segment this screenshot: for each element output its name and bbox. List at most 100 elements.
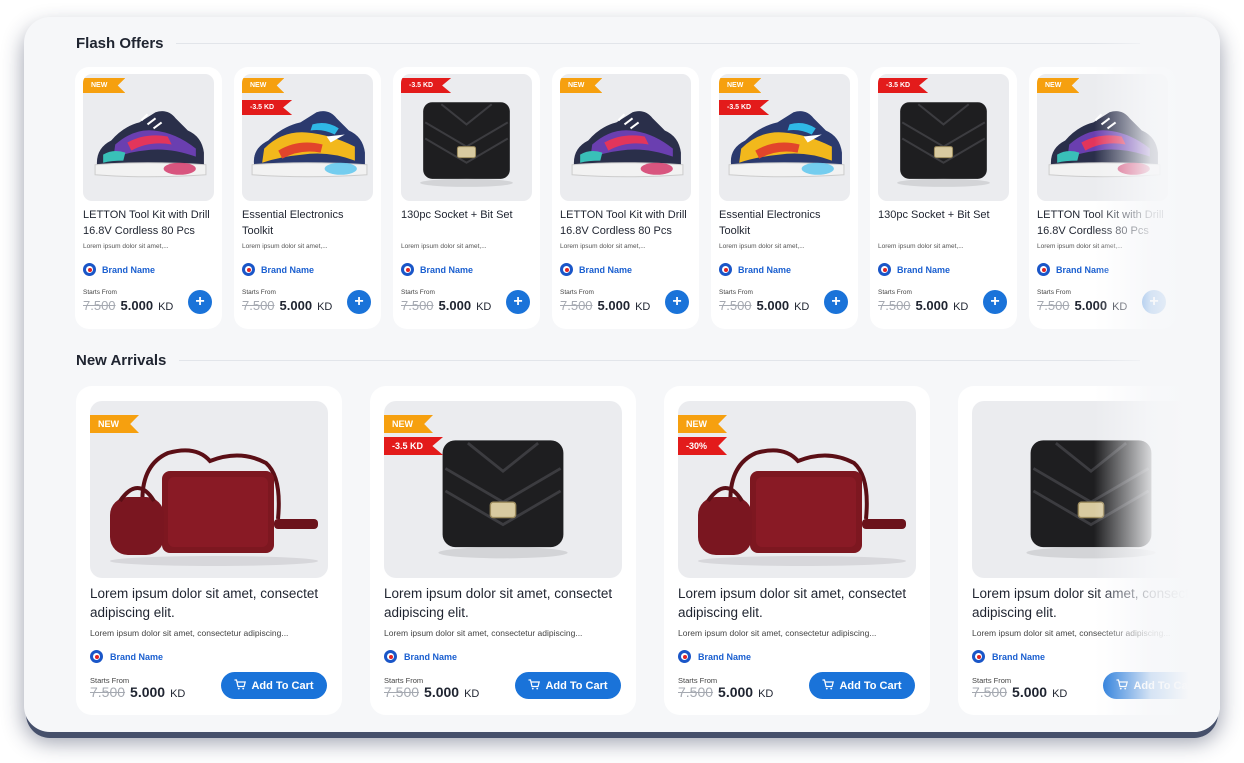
brand-row[interactable]: Brand Name: [560, 263, 632, 276]
price-row: 7.500 5.000 KD: [401, 298, 491, 313]
brand-row[interactable]: Brand Name: [972, 650, 1045, 663]
brand-row[interactable]: Brand Name: [878, 263, 950, 276]
brand-row[interactable]: Brand Name: [242, 263, 314, 276]
brand-row[interactable]: Brand Name: [1037, 263, 1109, 276]
flash-offer-card[interactable]: NEW LETTON Tool Kit with Drill 16.8V Cord…: [75, 67, 222, 329]
current-price: 5.000: [130, 684, 166, 700]
new-arrival-card[interactable]: NEW -30% Lorem ipsum dolor sit amet, conse…: [664, 386, 930, 715]
brand-logo-icon: [560, 263, 573, 276]
brand-name[interactable]: Brand Name: [897, 265, 950, 275]
brand-logo-icon: [972, 650, 985, 663]
brand-row[interactable]: Brand Name: [401, 263, 473, 276]
product-name[interactable]: Lorem ipsum dolor sit amet, consectet ad…: [678, 584, 923, 622]
new-arrival-card[interactable]: NEW -3.5 KD Lorem ipsum dolor sit amet, co…: [370, 386, 636, 715]
old-price: 7.500: [972, 684, 1008, 700]
add-button[interactable]: +: [824, 290, 848, 314]
add-to-cart-button[interactable]: Add To Cart: [221, 672, 327, 699]
add-button[interactable]: +: [506, 290, 530, 314]
brand-name[interactable]: Brand Name: [738, 265, 791, 275]
current-price: 5.000: [718, 684, 754, 700]
flash-offer-card[interactable]: NEW -3.5 KD Essential Electronics Toolkit L…: [234, 67, 381, 329]
brand-logo-icon: [384, 650, 397, 663]
product-description: Lorem ipsum dolor sit amet,...: [719, 243, 805, 250]
brand-logo-icon: [1037, 263, 1050, 276]
new-arrival-card[interactable]: NEW Lorem ipsum dolor sit amet, consectet…: [76, 386, 342, 715]
cart-icon: [234, 678, 247, 693]
product-description: Lorem ipsum dolor sit amet, consectetur …: [972, 628, 1171, 638]
plus-icon: +: [831, 293, 841, 310]
starts-from-label: Starts From: [1037, 289, 1071, 296]
add-button[interactable]: +: [983, 290, 1007, 314]
product-image[interactable]: -3.5 KD: [878, 74, 1009, 201]
product-name[interactable]: 130pc Socket + Bit Set: [878, 207, 1010, 223]
brand-logo-icon: [401, 263, 414, 276]
product-name[interactable]: Lorem ipsum dolor sit amet, consectet ad…: [972, 584, 1217, 622]
add-button[interactable]: +: [347, 290, 371, 314]
currency: KD: [170, 688, 186, 700]
current-price: 5.000: [756, 298, 790, 313]
brand-row[interactable]: Brand Name: [719, 263, 791, 276]
product-name[interactable]: 130pc Socket + Bit Set: [401, 207, 533, 223]
flash-offer-card[interactable]: NEW -3.5 KD Essential Electronics Toolkit L…: [711, 67, 858, 329]
product-image[interactable]: -3.5 KD: [401, 74, 532, 201]
product-description: Lorem ipsum dolor sit amet,...: [401, 243, 487, 250]
product-image[interactable]: [972, 401, 1210, 578]
product-name[interactable]: Lorem ipsum dolor sit amet, consectet ad…: [384, 584, 629, 622]
add-button[interactable]: +: [665, 290, 689, 314]
flash-offer-card[interactable]: NEW LETTON Tool Kit with Drill 16.8V Cord…: [552, 67, 699, 329]
product-image[interactable]: NEW -30%: [678, 401, 916, 578]
current-price: 5.000: [1074, 298, 1108, 313]
currency: KD: [317, 301, 333, 313]
product-name[interactable]: Essential Electronics Toolkit: [242, 207, 374, 239]
brand-row[interactable]: Brand Name: [678, 650, 751, 663]
old-price: 7.500: [719, 298, 752, 313]
product-name[interactable]: Lorem ipsum dolor sit amet, consectet ad…: [90, 584, 335, 622]
currency: KD: [758, 688, 774, 700]
flash-offers-title: Flash Offers: [76, 35, 164, 52]
flash-offer-card[interactable]: -3.5 KD 130pc Socket + Bit Set Lorem ipsum…: [870, 67, 1017, 329]
product-image[interactable]: NEW -3.5 KD: [719, 74, 850, 201]
brand-name[interactable]: Brand Name: [698, 652, 751, 662]
product-image[interactable]: NEW: [1037, 74, 1168, 201]
brand-row[interactable]: Brand Name: [90, 650, 163, 663]
old-price: 7.500: [401, 298, 434, 313]
plus-icon: +: [354, 293, 364, 310]
brand-row[interactable]: Brand Name: [384, 650, 457, 663]
product-image[interactable]: NEW: [560, 74, 691, 201]
new-arrivals-title: New Arrivals: [76, 352, 167, 369]
product-name[interactable]: LETTON Tool Kit with Drill 16.8V Cordles…: [560, 207, 692, 239]
add-to-cart-label: Add To Cart: [545, 679, 608, 692]
product-image[interactable]: NEW -3.5 KD: [242, 74, 373, 201]
current-price: 5.000: [424, 684, 460, 700]
cart-icon: [822, 678, 835, 693]
product-name[interactable]: LETTON Tool Kit with Drill 16.8V Cordles…: [83, 207, 215, 239]
brand-name[interactable]: Brand Name: [261, 265, 314, 275]
add-to-cart-button[interactable]: Add To Cart: [515, 672, 621, 699]
brand-logo-icon: [719, 263, 732, 276]
brand-name[interactable]: Brand Name: [102, 265, 155, 275]
brand-name[interactable]: Brand Name: [1056, 265, 1109, 275]
add-button[interactable]: +: [1142, 290, 1166, 314]
product-image[interactable]: NEW -3.5 KD: [384, 401, 622, 578]
add-to-cart-label: Add To Cart: [251, 679, 314, 692]
product-name[interactable]: LETTON Tool Kit with Drill 16.8V Cordles…: [1037, 207, 1169, 239]
page-frame: Flash Offers NEW LETTON Tool Kit with Dri…: [24, 17, 1220, 732]
product-name[interactable]: Essential Electronics Toolkit: [719, 207, 851, 239]
add-to-cart-button[interactable]: Add To Cart: [809, 672, 915, 699]
add-button[interactable]: +: [188, 290, 212, 314]
product-image[interactable]: NEW: [90, 401, 328, 578]
brand-name[interactable]: Brand Name: [420, 265, 473, 275]
product-description: Lorem ipsum dolor sit amet, consectetur …: [678, 628, 877, 638]
flash-offer-card[interactable]: NEW LETTON Tool Kit with Drill 16.8V Cord…: [1029, 67, 1176, 329]
flash-offer-card[interactable]: -3.5 KD 130pc Socket + Bit Set Lorem ipsum…: [393, 67, 540, 329]
new-arrival-card[interactable]: Lorem ipsum dolor sit amet, consectet ad…: [958, 386, 1220, 715]
brand-name[interactable]: Brand Name: [992, 652, 1045, 662]
price-row: 7.500 5.000 KD: [560, 298, 650, 313]
brand-name[interactable]: Brand Name: [404, 652, 457, 662]
brand-name[interactable]: Brand Name: [579, 265, 632, 275]
brand-row[interactable]: Brand Name: [83, 263, 155, 276]
currency: KD: [794, 301, 810, 313]
product-image[interactable]: NEW: [83, 74, 214, 201]
add-to-cart-button[interactable]: Add To Cart: [1103, 672, 1209, 699]
brand-name[interactable]: Brand Name: [110, 652, 163, 662]
